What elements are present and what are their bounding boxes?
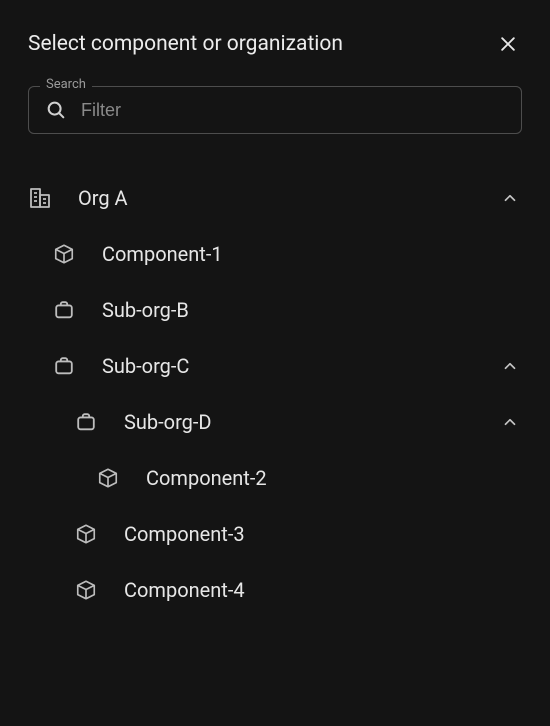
dialog-title: Select component or organization: [28, 32, 343, 56]
tree-node-label: Component-1: [102, 242, 522, 266]
search-box[interactable]: [28, 86, 522, 134]
building-icon: [28, 186, 52, 210]
search-input[interactable]: [81, 100, 505, 121]
select-component-dialog: Select component or organization Search …: [0, 0, 550, 648]
chevron-up-icon[interactable]: [498, 186, 522, 210]
briefcase-icon: [74, 410, 98, 434]
tree-node-label: Sub-org-D: [124, 410, 498, 434]
close-button[interactable]: [494, 30, 522, 58]
close-icon: [498, 34, 518, 54]
tree-node-label: Component-4: [124, 578, 522, 602]
tree-node-label: Org A: [78, 186, 498, 210]
tree-node-label: Component-2: [146, 466, 522, 490]
search-label: Search: [40, 77, 92, 92]
chevron-up-icon[interactable]: [498, 410, 522, 434]
tree-node-component-4[interactable]: Component-4: [28, 562, 522, 618]
search-icon: [45, 99, 67, 121]
tree-node-component-2[interactable]: Component-2: [28, 450, 522, 506]
tree-node-label: Component-3: [124, 522, 522, 546]
tree-node-sub-org-c[interactable]: Sub-org-C: [28, 338, 522, 394]
briefcase-icon: [52, 298, 76, 322]
package-icon: [74, 578, 98, 602]
tree: Org A Component-1 Sub-org-B Sub-org-C Sub-or…: [28, 170, 522, 618]
tree-node-org-a[interactable]: Org A: [28, 170, 522, 226]
search-field-wrap: Search: [28, 86, 522, 134]
package-icon: [96, 466, 120, 490]
tree-node-component-1[interactable]: Component-1: [28, 226, 522, 282]
tree-node-component-3[interactable]: Component-3: [28, 506, 522, 562]
briefcase-icon: [52, 354, 76, 378]
package-icon: [52, 242, 76, 266]
tree-node-label: Sub-org-C: [102, 354, 498, 378]
tree-node-sub-org-b[interactable]: Sub-org-B: [28, 282, 522, 338]
dialog-header: Select component or organization: [28, 30, 522, 58]
package-icon: [74, 522, 98, 546]
tree-node-label: Sub-org-B: [102, 298, 522, 322]
chevron-up-icon[interactable]: [498, 354, 522, 378]
tree-node-sub-org-d[interactable]: Sub-org-D: [28, 394, 522, 450]
